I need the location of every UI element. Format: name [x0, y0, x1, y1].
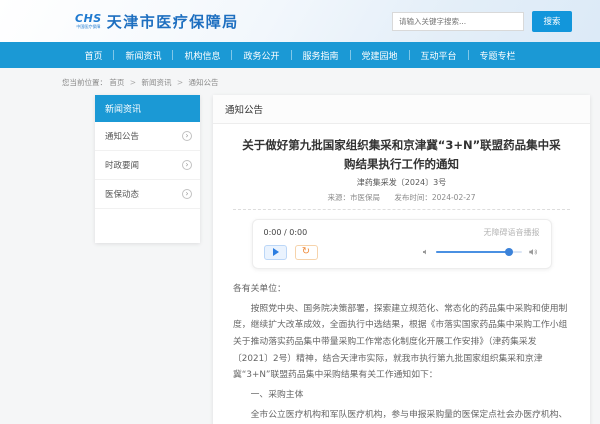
nav-item-gov-affairs[interactable]: 政务公开 — [232, 49, 290, 62]
player-label: 无障碍语音播报 — [484, 227, 540, 238]
breadcrumb-notices[interactable]: 通知公告 — [189, 78, 219, 87]
nav-item-service-guide[interactable]: 服务指南 — [292, 49, 350, 62]
sidebar-item-label: 医保动态 — [105, 188, 139, 200]
nav-item-home[interactable]: 首页 — [73, 49, 113, 62]
article-meta: 来源：市医保局 发布时间：2024-02-27 — [233, 192, 570, 203]
sidebar-item-medicare-trends[interactable]: 医保动态 › — [95, 180, 200, 209]
breadcrumb-home[interactable]: 首页 — [109, 78, 124, 87]
site-title: 天津市医疗保障局 — [107, 11, 239, 32]
content-card: 通知公告 关于做好第九批国家组织集采和京津冀“3+N”联盟药品集中采购结果执行工… — [213, 95, 590, 424]
sidebar-item-politics-news[interactable]: 时政要闻 › — [95, 151, 200, 180]
search-button[interactable]: 搜索 — [532, 11, 572, 32]
nav-item-party-building[interactable]: 党建园地 — [351, 49, 409, 62]
nav-item-interaction[interactable]: 互动平台 — [410, 49, 468, 62]
search-input[interactable] — [392, 12, 524, 31]
sidebar: 新闻资讯 通知公告 › 时政要闻 › 医保动态 › — [95, 95, 200, 243]
breadcrumb-separator: > — [130, 78, 136, 87]
speaker-high-icon — [528, 247, 538, 257]
sidebar-title: 新闻资讯 — [95, 95, 200, 122]
chs-logo-subtext: 中国医疗保障 — [76, 25, 100, 29]
circle-arrow-icon: › — [182, 160, 192, 170]
player-time: 0:00 / 0:00 — [264, 228, 308, 237]
brand: CHS 中国医疗保障 天津市医疗保障局 — [75, 11, 239, 32]
section-title: 通知公告 — [213, 95, 590, 124]
paragraph: 一、采购主体 — [233, 387, 570, 404]
circle-arrow-icon: › — [182, 189, 192, 199]
search-bar: 搜索 — [392, 11, 572, 32]
circle-arrow-icon: › — [182, 131, 192, 141]
paragraph: 各有关单位： — [233, 281, 570, 298]
paragraph: 按照党中央、国务院决策部署，探索建立规范化、常态化的药品集中采购和使用制度，继续… — [233, 301, 570, 385]
play-icon — [273, 248, 279, 256]
nav-item-org-info[interactable]: 机构信息 — [173, 49, 231, 62]
content-layout: 新闻资讯 通知公告 › 时政要闻 › 医保动态 › 通知公告 关于做好 — [95, 95, 590, 424]
sidebar-list: 通知公告 › 时政要闻 › 医保动态 › — [95, 122, 200, 209]
breadcrumb-prefix: 您当前位置： — [62, 78, 107, 87]
breadcrumb-news[interactable]: 新闻资讯 — [141, 78, 171, 87]
article-body: 各有关单位： 按照党中央、国务院决策部署，探索建立规范化、常态化的药品集中采购和… — [233, 281, 570, 424]
chs-logo: CHS 中国医疗保障 — [75, 13, 102, 29]
chs-logo-text: CHS — [75, 13, 102, 24]
nav-item-special-topics[interactable]: 专题专栏 — [469, 49, 527, 62]
doc-number: 津药集采发〔2024〕3号 — [233, 177, 570, 188]
nav-item-news[interactable]: 新闻资讯 — [114, 49, 172, 62]
play-button[interactable] — [264, 245, 287, 260]
sidebar-item-label: 时政要闻 — [105, 159, 139, 171]
volume-control — [422, 247, 540, 257]
audio-player: 0:00 / 0:00 无障碍语音播报 ↻ — [252, 219, 552, 269]
main-nav: 首页 新闻资讯 机构信息 政务公开 服务指南 党建园地 互动平台 专题专栏 — [0, 42, 600, 68]
paragraph: 全市公立医疗机构和军队医疗机构，参与申报采购量的医保定点社会办医疗机构、医保定点… — [233, 407, 570, 424]
replay-button[interactable]: ↻ — [295, 245, 318, 260]
volume-fill — [436, 251, 510, 253]
breadcrumb-separator: > — [177, 78, 183, 87]
article: 关于做好第九批国家组织集采和京津冀“3+N”联盟药品集中采购结果执行工作的通知 … — [213, 124, 590, 424]
volume-slider[interactable] — [436, 251, 522, 253]
article-source: 来源：市医保局 — [328, 193, 381, 202]
replay-icon: ↻ — [302, 247, 310, 257]
page: CHS 中国医疗保障 天津市医疗保障局 搜索 首页 新闻资讯 机构信息 政务公开… — [0, 0, 600, 424]
article-title: 关于做好第九批国家组织集采和京津冀“3+N”联盟药品集中采购结果执行工作的通知 — [241, 136, 562, 174]
article-publish-time: 发布时间：2024-02-27 — [394, 193, 475, 202]
divider — [233, 209, 570, 210]
sidebar-item-label: 通知公告 — [105, 130, 139, 142]
volume-knob[interactable] — [505, 248, 513, 256]
speaker-low-icon — [422, 248, 430, 256]
sidebar-item-notices[interactable]: 通知公告 › — [95, 122, 200, 151]
top-header: CHS 中国医疗保障 天津市医疗保障局 搜索 — [0, 0, 600, 42]
breadcrumb: 您当前位置： 首页 > 新闻资讯 > 通知公告 — [0, 68, 600, 95]
